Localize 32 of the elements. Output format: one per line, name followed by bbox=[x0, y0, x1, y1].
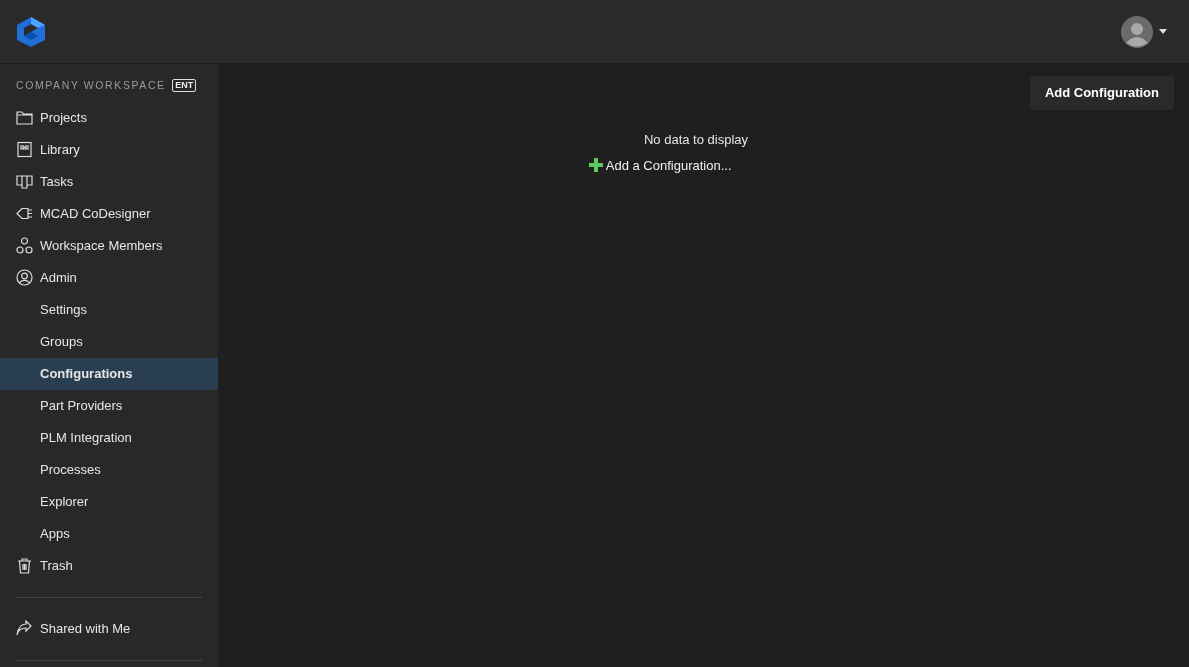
plus-icon bbox=[588, 158, 603, 173]
nav-item[interactable]: PLM Integration bbox=[0, 421, 218, 454]
nav-item[interactable]: Library bbox=[0, 133, 218, 166]
nav-item[interactable]: MCAD CoDesigner bbox=[0, 197, 218, 230]
share-icon bbox=[16, 620, 33, 638]
logo-icon[interactable] bbox=[16, 15, 46, 48]
avatar[interactable] bbox=[1120, 15, 1153, 48]
book-icon bbox=[16, 141, 33, 159]
nav-item[interactable]: Projects bbox=[0, 101, 218, 134]
nav-item[interactable]: Explorer bbox=[0, 485, 218, 518]
board-icon bbox=[16, 173, 33, 191]
nav-item[interactable]: Groups bbox=[0, 325, 218, 358]
plan-badge: ENT bbox=[172, 79, 197, 93]
nav-item[interactable]: Workspace Members bbox=[0, 229, 218, 262]
user-icon bbox=[16, 269, 33, 287]
empty-message: No data to display bbox=[643, 130, 749, 149]
people-icon bbox=[16, 237, 33, 255]
nav-item[interactable]: Admin bbox=[0, 261, 218, 294]
caret-icon[interactable] bbox=[1159, 29, 1167, 34]
folder-icon bbox=[16, 109, 33, 127]
add-configuration-link[interactable]: Add a Configuration... bbox=[605, 155, 732, 175]
nav-item[interactable]: Apps bbox=[0, 517, 218, 550]
nav-item[interactable]: Trash bbox=[0, 549, 218, 582]
nav-item[interactable]: Part Providers bbox=[0, 389, 218, 422]
nav-item[interactable]: Shared with Me bbox=[0, 612, 218, 645]
nav-item[interactable]: Tasks bbox=[0, 165, 218, 198]
nav-item[interactable]: Configurations bbox=[0, 357, 218, 390]
nav-item[interactable]: Settings bbox=[0, 293, 218, 326]
trash-icon bbox=[16, 557, 33, 575]
nav-item[interactable]: Processes bbox=[0, 453, 218, 486]
add-configuration-button[interactable]: Add Configuration bbox=[1029, 76, 1174, 110]
workspace-label: COMPANY WORKSPACE bbox=[16, 78, 166, 93]
